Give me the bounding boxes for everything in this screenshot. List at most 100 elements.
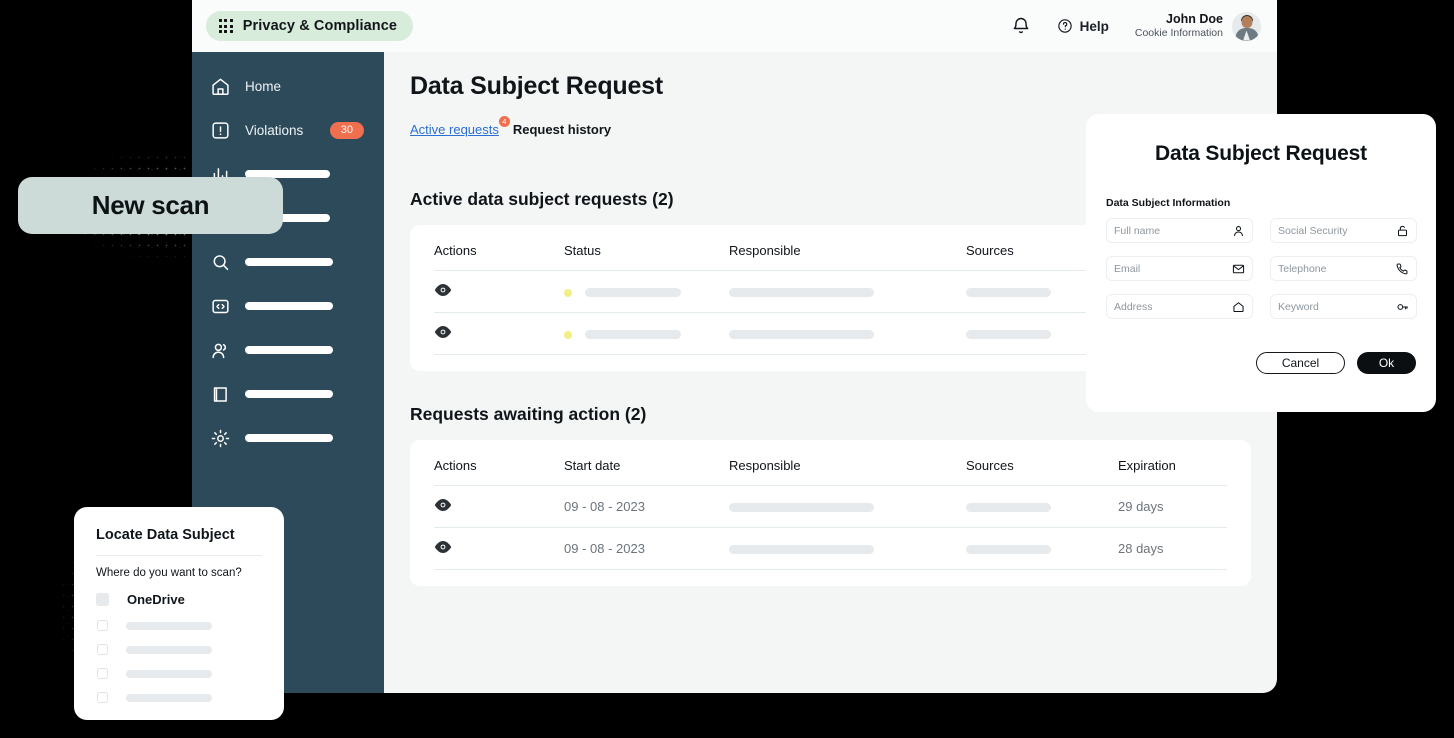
cell-responsible — [729, 528, 966, 570]
scan-option-placeholder — [126, 670, 212, 678]
table-row[interactable]: 09 - 08 - 2023 29 days — [434, 486, 1227, 528]
address-field[interactable]: Address — [1106, 294, 1253, 319]
sidebar-item-violations[interactable]: Violations 30 — [192, 108, 384, 152]
scan-option-row[interactable] — [96, 692, 262, 703]
scan-option-placeholder — [126, 622, 212, 630]
full-name-field[interactable]: Full name — [1106, 218, 1253, 243]
book-icon — [210, 384, 231, 405]
sources-placeholder — [966, 330, 1051, 339]
tab-active-requests[interactable]: Active requests 4 — [410, 122, 499, 137]
eye-icon[interactable] — [434, 326, 452, 338]
modal-actions: Cancel Ok — [1106, 352, 1416, 374]
cell-status — [564, 271, 729, 313]
sidebar-item-search[interactable] — [192, 240, 384, 284]
column-status: Status — [564, 243, 729, 271]
top-bar: Privacy & Compliance Help — [192, 0, 1277, 52]
lock-icon — [1396, 224, 1409, 237]
modal-field-grid: Full name Social Security Email T — [1106, 218, 1416, 319]
locate-data-subject-card: Locate Data Subject Where do you want to… — [74, 507, 284, 720]
social-security-placeholder: Social Security — [1278, 225, 1347, 237]
user-text: John Doe Cookie Information — [1135, 12, 1223, 41]
tab-badge: 4 — [499, 116, 510, 127]
ok-button[interactable]: Ok — [1357, 352, 1416, 374]
alert-icon — [210, 120, 231, 141]
status-dot — [564, 289, 572, 297]
awaiting-action-table: Actions Start date Responsible Sources E… — [434, 458, 1227, 570]
user-subtitle: Cookie Information — [1135, 27, 1223, 40]
responsible-placeholder — [729, 545, 874, 554]
status-dot — [564, 331, 572, 339]
data-subject-request-modal: Data Subject Request Data Subject Inform… — [1086, 114, 1436, 412]
keyword-field[interactable]: Keyword — [1270, 294, 1417, 319]
new-scan-label: New scan — [92, 190, 210, 221]
sources-placeholder — [966, 288, 1051, 297]
checkbox-onedrive[interactable] — [96, 593, 109, 606]
cell-status — [564, 313, 729, 355]
eye-icon[interactable] — [434, 499, 452, 511]
sidebar-item-settings[interactable] — [192, 416, 384, 460]
scan-option-row[interactable] — [96, 668, 262, 679]
person-icon — [1232, 224, 1245, 237]
grid-apps-icon — [219, 19, 233, 33]
responsible-placeholder — [729, 503, 874, 512]
phone-icon — [1396, 262, 1409, 275]
gear-icon — [210, 428, 231, 449]
tab-request-history[interactable]: Request history — [513, 122, 611, 137]
sidebar-item-label-placeholder — [245, 302, 333, 310]
sidebar-item-label-placeholder — [245, 390, 333, 398]
avatar[interactable] — [1232, 12, 1261, 41]
home-icon — [210, 76, 231, 97]
social-security-field[interactable]: Social Security — [1270, 218, 1417, 243]
sidebar-item-label-placeholder — [245, 434, 333, 442]
responsible-placeholder — [729, 288, 874, 297]
scan-option-row[interactable] — [96, 620, 262, 631]
telephone-field[interactable]: Telephone — [1270, 256, 1417, 281]
sources-placeholder — [966, 503, 1051, 512]
question-circle-icon — [1057, 18, 1073, 34]
column-sources: Sources — [966, 458, 1118, 486]
email-field[interactable]: Email — [1106, 256, 1253, 281]
table-header-row: Actions Start date Responsible Sources E… — [434, 458, 1227, 486]
sidebar-item-home[interactable]: Home — [192, 64, 384, 108]
help-button[interactable]: Help — [1057, 18, 1109, 34]
responsible-placeholder — [729, 330, 874, 339]
sidebar-item-label-placeholder — [245, 346, 333, 354]
checkbox-option[interactable] — [97, 692, 108, 703]
cell-actions — [434, 313, 564, 355]
eye-icon[interactable] — [434, 284, 452, 296]
envelope-icon — [1232, 262, 1245, 275]
sidebar-item-label-placeholder — [245, 258, 333, 266]
checkbox-option[interactable] — [97, 668, 108, 679]
eye-icon[interactable] — [434, 541, 452, 553]
violations-badge: 30 — [330, 122, 364, 139]
user-menu[interactable]: John Doe Cookie Information — [1135, 12, 1261, 41]
brand-pill[interactable]: Privacy & Compliance — [206, 11, 413, 41]
sidebar-item-library[interactable] — [192, 372, 384, 416]
cell-actions — [434, 271, 564, 313]
cancel-button[interactable]: Cancel — [1256, 352, 1345, 374]
cell-expiration: 28 days — [1118, 528, 1227, 570]
help-label: Help — [1080, 19, 1109, 34]
telephone-placeholder: Telephone — [1278, 263, 1326, 275]
sidebar-item-developer[interactable] — [192, 284, 384, 328]
brand-label: Privacy & Compliance — [243, 18, 397, 34]
cell-responsible — [729, 313, 966, 355]
scan-option-row[interactable] — [96, 644, 262, 655]
email-placeholder: Email — [1114, 263, 1140, 275]
cell-actions — [434, 486, 564, 528]
new-scan-callout[interactable]: New scan — [18, 177, 283, 234]
column-actions: Actions — [434, 458, 564, 486]
scan-option-row[interactable]: OneDrive — [96, 592, 262, 607]
locate-card-title: Locate Data Subject — [96, 527, 262, 543]
modal-title: Data Subject Request — [1106, 142, 1416, 166]
users-icon — [210, 340, 231, 361]
search-icon — [210, 252, 231, 273]
sidebar-item-users[interactable] — [192, 328, 384, 372]
table-row[interactable]: 09 - 08 - 2023 28 days — [434, 528, 1227, 570]
screenshot-stage: Privacy & Compliance Help — [0, 0, 1454, 738]
checkbox-option[interactable] — [97, 644, 108, 655]
column-responsible: Responsible — [729, 458, 966, 486]
checkbox-option[interactable] — [97, 620, 108, 631]
status-placeholder — [585, 330, 681, 339]
bell-icon[interactable] — [1011, 16, 1031, 36]
